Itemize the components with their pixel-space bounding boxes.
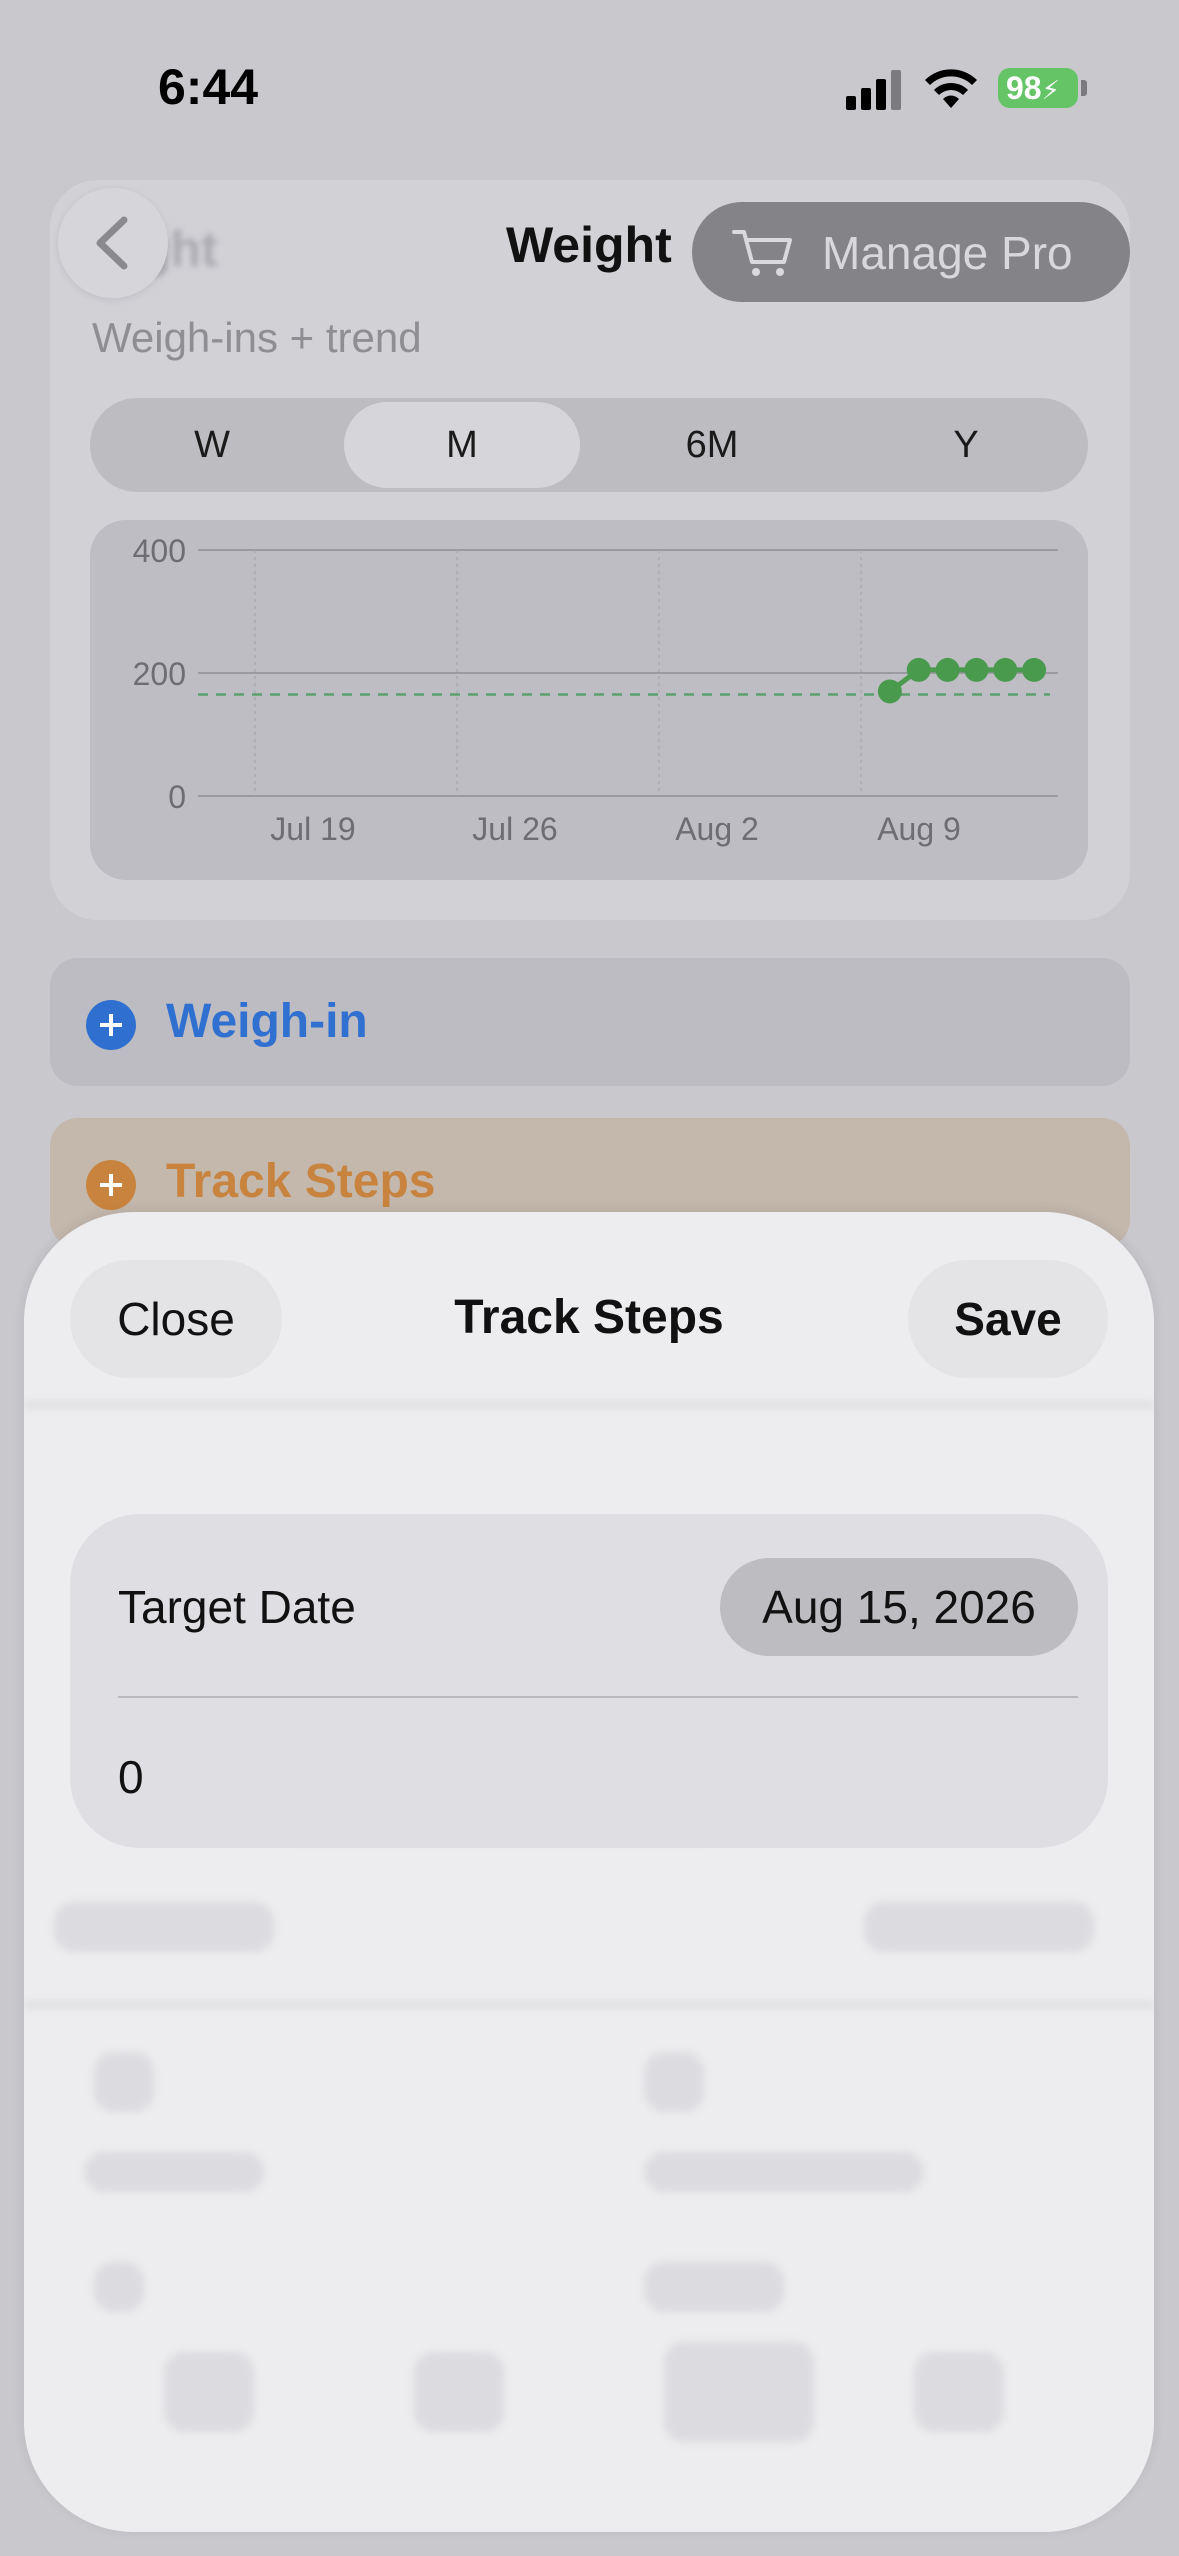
wifi-icon	[925, 69, 977, 108]
data-point	[935, 657, 960, 682]
status-bar: 6:44 98⚡	[0, 0, 1179, 150]
manage-pro-label: Manage Pro	[822, 227, 1073, 279]
ghost-tab-icon	[914, 2352, 1004, 2432]
track-steps-label: Track Steps	[166, 1155, 436, 1208]
data-point	[877, 679, 902, 704]
x-tick-label: Aug 9	[877, 811, 961, 847]
y-tick-label: 400	[133, 533, 186, 569]
save-button[interactable]: Save	[908, 1260, 1108, 1378]
ghost-text	[864, 1902, 1094, 1952]
nav-title: Weight	[506, 217, 672, 273]
x-tick-label: Jul 26	[472, 811, 557, 847]
plus-icon	[86, 1000, 136, 1050]
cart-icon	[732, 230, 792, 276]
target-date-label: Target Date	[118, 1581, 356, 1633]
steps-input[interactable]: 0	[118, 1750, 144, 1804]
ghost-icon	[644, 2052, 704, 2112]
ghost-text	[644, 2262, 784, 2312]
battery-icon: 98⚡	[998, 68, 1078, 108]
ghost-text	[54, 1902, 274, 1952]
form-card: Target Date Aug 15, 2026 0	[70, 1514, 1108, 1848]
ghost-tab-icon	[664, 2342, 814, 2442]
ghost-tab-icon	[414, 2352, 504, 2432]
data-point	[964, 657, 989, 682]
status-time: 6:44	[158, 59, 259, 115]
back-button[interactable]	[58, 188, 168, 298]
form-divider	[118, 1696, 1078, 1698]
y-tick-label: 0	[168, 779, 186, 815]
x-tick-label: Aug 2	[675, 811, 759, 847]
data-point	[1022, 657, 1047, 682]
cellular-signal-icon	[846, 70, 901, 110]
ghost-text	[644, 2152, 924, 2192]
weigh-in-label: Weigh-in	[166, 995, 368, 1048]
plus-icon	[86, 1160, 136, 1210]
weigh-in-button[interactable]: Weigh-in	[50, 958, 1130, 1086]
card-subtitle: Weigh-ins + trend	[92, 314, 422, 361]
battery-level: 98	[1006, 70, 1042, 106]
data-point	[993, 657, 1018, 682]
ghost-divider	[24, 2002, 1154, 2008]
period-segmented-control: W M 6M Y	[90, 398, 1088, 492]
weight-chart: 400 200 0 Jul 19 Jul 26 Aug 2 Aug 9	[90, 520, 1088, 880]
chevron-left-icon	[96, 216, 128, 270]
data-point	[906, 657, 931, 682]
ghost-tab-icon	[164, 2352, 254, 2432]
segment-month[interactable]: M	[344, 402, 580, 488]
ghost-icon	[94, 2052, 154, 2112]
track-steps-sheet: Close Track Steps Save Target Date Aug 1…	[24, 1212, 1154, 2532]
segment-week[interactable]: W	[90, 398, 334, 492]
ghost-divider	[24, 1402, 1154, 1408]
ghost-text	[84, 2152, 264, 2192]
battery-cap	[1081, 80, 1087, 96]
y-tick-label: 200	[133, 656, 186, 692]
target-date-picker[interactable]: Aug 15, 2026	[720, 1558, 1078, 1656]
segment-year[interactable]: Y	[844, 398, 1088, 492]
ghost-text	[94, 2262, 144, 2312]
manage-pro-button[interactable]: Manage Pro	[692, 202, 1130, 302]
x-tick-label: Jul 19	[270, 811, 355, 847]
segment-6-months[interactable]: 6M	[590, 398, 834, 492]
weight-chart-svg: 400 200 0 Jul 19 Jul 26 Aug 2 Aug 9	[133, 533, 1058, 847]
